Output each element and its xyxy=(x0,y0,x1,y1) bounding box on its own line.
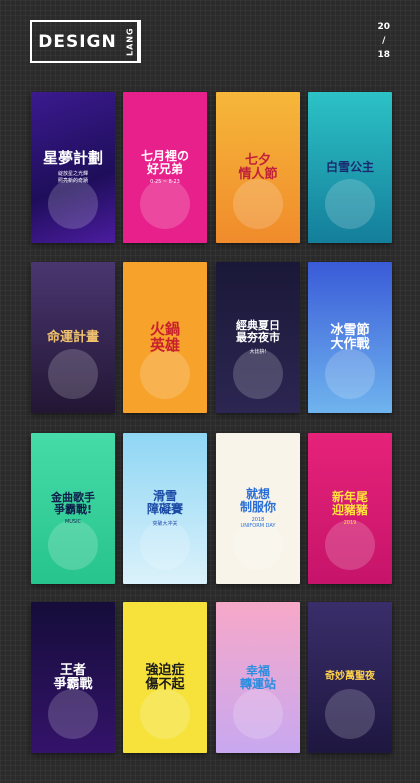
poster-title: 星夢計劃 xyxy=(42,148,103,167)
poster-subtitle: 0·25 ~ 8·23 xyxy=(150,179,180,186)
poster-p10[interactable]: 滑雪 障礙賽突破大冲关 xyxy=(123,433,207,584)
poster-subtitle: MUSIC xyxy=(64,519,82,526)
poster-title: 幸福 轉運站 xyxy=(239,663,276,691)
poster-illustration xyxy=(233,689,283,739)
poster-p2[interactable]: 七月裡の 好兄弟 0·25 ~ 8·23 xyxy=(123,92,207,243)
poster-title: 王者 爭霸戰 xyxy=(53,662,93,692)
logo-side-text: LANG xyxy=(123,22,139,61)
poster-p11[interactable]: 就想 制服你 2018 UNIFORM DAY xyxy=(216,433,300,584)
poster-title: 命運計畫 xyxy=(46,329,99,345)
poster-p13[interactable]: 王者 爭霸戰 xyxy=(31,602,115,753)
logo-main-text: DESIGN xyxy=(38,31,117,52)
brand-logo: DESIGN LANG xyxy=(30,20,141,63)
poster-p1[interactable]: 星夢計劃綻放星之光輝 照亮新的奇蹟 xyxy=(31,92,115,243)
poster-title: 奇妙萬聖夜 xyxy=(325,671,375,683)
poster-p5[interactable]: 命運計畫 xyxy=(31,262,115,413)
poster-title: 白雪公主 xyxy=(325,160,374,175)
poster-title: 冰雪節 大作戰 xyxy=(330,322,370,352)
poster-p16[interactable]: 奇妙萬聖夜 xyxy=(308,602,392,753)
poster-illustration xyxy=(48,179,98,229)
poster-title: 新年尾 迎豬豬 xyxy=(331,489,368,517)
poster-illustration xyxy=(233,179,283,229)
poster-subtitle: 2019 xyxy=(343,520,357,527)
year-bottom: 18 xyxy=(377,50,390,60)
poster-p3[interactable]: 七夕 情人節 xyxy=(216,92,300,243)
poster-illustration xyxy=(48,349,98,399)
poster-illustration xyxy=(325,689,375,739)
poster-p12[interactable]: 新年尾 迎豬豬 2019 xyxy=(308,433,392,584)
poster-subtitle: 綻放星之光輝 照亮新的奇蹟 xyxy=(57,171,88,185)
poster-p6[interactable]: 火鍋 英雄 xyxy=(123,262,207,413)
poster-p8[interactable]: 冰雪節 大作戰 xyxy=(308,262,392,413)
year-slash: / xyxy=(382,36,386,46)
poster-title: 金曲歌手 爭霸戰! xyxy=(51,490,95,516)
poster-title: 強迫症 傷不起 xyxy=(145,662,185,692)
poster-p4[interactable]: 白雪公主 xyxy=(308,92,392,243)
poster-title: 經典夏日 最夯夜市 xyxy=(236,319,280,344)
poster-subtitle: 2018 UNIFORM DAY xyxy=(240,517,276,530)
poster-title: 七夕 情人節 xyxy=(238,152,278,182)
year-badge: 20 / 18 xyxy=(377,22,390,60)
year-top: 20 xyxy=(377,22,390,32)
poster-illustration xyxy=(325,179,375,229)
poster-illustration xyxy=(140,349,190,399)
poster-title: 七月裡の 好兄弟 xyxy=(140,148,189,176)
poster-illustration xyxy=(48,689,98,739)
poster-p15[interactable]: 幸福 轉運站 xyxy=(216,602,300,753)
poster-illustration xyxy=(140,179,190,229)
poster-title: 火鍋 英雄 xyxy=(149,319,180,354)
poster-subtitle: 大比拚! xyxy=(249,348,267,355)
poster-p9[interactable]: 金曲歌手 爭霸戰! MUSIC xyxy=(31,433,115,584)
poster-illustration xyxy=(233,349,283,399)
poster-illustration xyxy=(140,520,190,570)
poster-illustration xyxy=(140,689,190,739)
poster-title: 滑雪 障礙賽 xyxy=(146,489,183,516)
poster-illustration xyxy=(325,520,375,570)
poster-p14[interactable]: 強迫症 傷不起 xyxy=(123,602,207,753)
poster-illustration xyxy=(48,520,98,570)
poster-title: 就想 制服你 xyxy=(239,486,276,514)
poster-subtitle: 突破大冲关 xyxy=(152,520,178,527)
poster-p7[interactable]: 經典夏日 最夯夜市大比拚! xyxy=(216,262,300,413)
poster-illustration xyxy=(325,349,375,399)
